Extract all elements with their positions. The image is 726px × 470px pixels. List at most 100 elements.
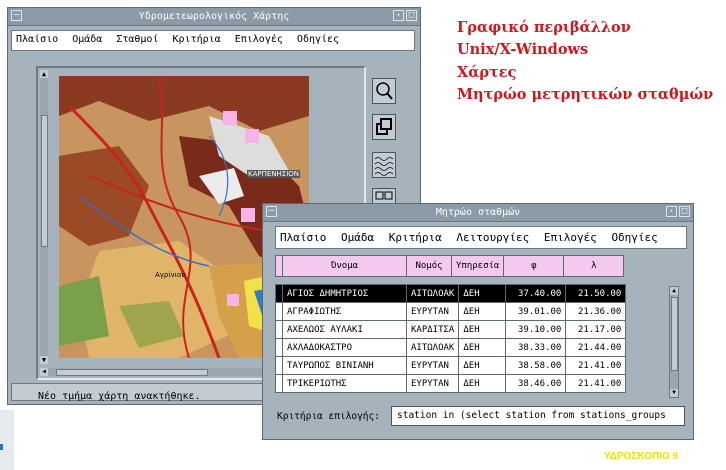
registry-window-titlebar[interactable]: – Μητρώο σταθμών • □ (263, 204, 693, 222)
horizontal-scroll-thumb[interactable] (56, 369, 208, 376)
cell-prefecture: ΕΥΡΥΤΑΝ (405, 356, 460, 375)
menu-help[interactable]: Οδηγίες (607, 227, 661, 248)
station-marker (227, 294, 239, 306)
maximize-button[interactable]: □ (406, 10, 417, 21)
cell-phi: 38.33.00 (505, 338, 567, 357)
station-table-header: Όνομα Νομός Υπηρεσία φ λ (275, 255, 625, 277)
registry-window-title: Μητρώο σταθμών (435, 207, 521, 218)
criteria-input[interactable]: station in (select station from stations… (391, 406, 685, 426)
menu-help[interactable]: Οδηγίες (293, 31, 343, 49)
table-row[interactable]: ΤΡΙΚΕΡΙΩΤΗΣ ΕΥΡΥΤΑΝ ΔΕΗ 38.46.00 21.41.0… (275, 374, 627, 393)
menu-criteria[interactable]: Κριτήρια (169, 31, 225, 49)
cell-service: ΔΕΗ (458, 356, 507, 375)
cell-service: ΔΕΗ (458, 302, 507, 321)
cell-name: ΤΑΥΡΩΠΟΣ ΒΙΝΙΑΝΗ (282, 356, 407, 375)
scroll-down-arrow-icon[interactable]: ▼ (40, 356, 48, 364)
table-row[interactable]: ΑΓΙΟΣ ΔΗΜΗΤΡΙΟΣ ΑΙΤΩΛΟΑΚ ΔΕΗ 37.40.00 21… (275, 284, 627, 303)
cell-phi: 38.58.00 (505, 356, 567, 375)
table-row[interactable]: ΑΧΕΛΩΟΣ ΑΥΛΑΚΙ ΚΑΡΔΙΤΣΑ ΔΕΗ 39.10.00 21.… (275, 320, 627, 339)
cell-phi: 38.46.00 (505, 374, 567, 393)
column-phi[interactable]: φ (503, 255, 565, 277)
footer-brand: ΥΔΡΟΣΚΟΠΙΟ 9 (604, 451, 679, 462)
scroll-up-arrow-icon[interactable]: ▲ (40, 70, 48, 78)
cell-phi: 39.01.00 (505, 302, 567, 321)
footer-accent-mark (0, 444, 3, 450)
map-window-title: Υδρομετεωρολογικός Χάρτης (138, 11, 290, 22)
cell-phi: 37.40.00 (505, 284, 567, 303)
menu-stations[interactable]: Σταθμοί (112, 31, 162, 49)
cell-service: ΔΕΗ (458, 284, 507, 303)
table-row[interactable]: ΑΧΛΑΔΟΚΑΣΤΡΟ ΑΙΤΩΛΟΑΚ ΔΕΗ 38.33.00 21.44… (275, 338, 627, 357)
cell-prefecture: ΑΙΤΩΛΟΑΚ (405, 284, 460, 303)
registry-window: – Μητρώο σταθμών • □ Πλαίσιο Ομάδα Κριτή… (262, 203, 694, 440)
column-service[interactable]: Υπηρεσία (450, 255, 505, 277)
window-menu-button[interactable]: – (266, 206, 277, 217)
cell-phi: 39.10.00 (505, 320, 567, 339)
zoom-tool-button[interactable] (372, 78, 396, 104)
headline-line-2: Unix/X-Windows (457, 41, 589, 58)
menu-functions[interactable]: Λειτουργίες (452, 227, 533, 248)
cell-lambda: 21.41.00 (565, 356, 627, 375)
column-lambda[interactable]: λ (563, 255, 625, 277)
map-label-karpenisi: ΚΑΡΠΕΝΗΣΙΟΝ (247, 170, 301, 178)
row-marker (275, 338, 283, 357)
row-marker (275, 374, 283, 393)
column-name[interactable]: Όνομα (282, 255, 407, 277)
menu-options[interactable]: Επιλογές (231, 31, 287, 49)
headline-line-3: Χάρτες (457, 64, 517, 81)
cell-service: ΔΕΗ (458, 374, 507, 393)
menu-frame[interactable]: Πλαίσιο (276, 227, 330, 248)
cell-name: ΑΓΡΑΦΙΩΤΗΣ (282, 302, 407, 321)
cell-lambda: 21.17.00 (565, 320, 627, 339)
cell-service: ΔΕΗ (458, 338, 507, 357)
footer-accent (0, 410, 14, 470)
header-marker-cell (275, 255, 283, 277)
scroll-up-arrow-icon[interactable]: ▲ (670, 287, 678, 295)
map-window-titlebar[interactable]: – Υδρομετεωρολογικός Χάρτης • □ (8, 8, 420, 26)
menu-criteria[interactable]: Κριτήρια (385, 227, 446, 248)
cell-name: ΤΡΙΚΕΡΙΩΤΗΣ (282, 374, 407, 393)
map-vertical-scrollbar[interactable]: ▲ ▼ (40, 70, 48, 364)
row-marker (275, 356, 283, 375)
station-marker (241, 208, 255, 222)
window-menu-button[interactable]: – (11, 10, 22, 21)
cell-lambda: 21.50.00 (565, 284, 627, 303)
cell-service: ΔΕΗ (458, 320, 507, 339)
menu-frame[interactable]: Πλαίσιο (12, 31, 62, 49)
station-marker (245, 129, 259, 143)
zoom-icon (376, 82, 393, 100)
minimize-button[interactable]: • (666, 206, 677, 217)
maximize-button[interactable]: □ (679, 206, 690, 217)
headline-line-4: Μητρώο μετρητικών σταθμών (457, 86, 714, 103)
table-row[interactable]: ΤΑΥΡΩΠΟΣ ΒΙΝΙΑΝΗ ΕΥΡΥΤΑΝ ΔΕΗ 38.58.00 21… (275, 356, 627, 375)
column-prefecture[interactable]: Νομός (406, 255, 452, 277)
table-row[interactable]: ΑΓΡΑΦΙΩΤΗΣ ΕΥΡΥΤΑΝ ΔΕΗ 39.01.00 21.36.00 (275, 302, 627, 321)
row-marker (275, 302, 283, 321)
cell-name: ΑΧΕΛΩΟΣ ΑΥΛΑΚΙ (282, 320, 407, 339)
scroll-down-arrow-icon[interactable]: ▼ (670, 389, 678, 397)
cell-name: ΑΧΛΑΔΟΚΑΣΤΡΟ (282, 338, 407, 357)
cell-lambda: 21.41.00 (565, 374, 627, 393)
cell-prefecture: ΕΥΡΥΤΑΝ (405, 374, 460, 393)
menu-options[interactable]: Επιλογές (540, 227, 601, 248)
station-marker (223, 111, 237, 125)
map-menubar: Πλαίσιο Ομάδα Σταθμοί Κριτήρια Επιλογές … (11, 30, 415, 51)
station-table-body: ΑΓΙΟΣ ΔΗΜΗΤΡΙΟΣ ΑΙΤΩΛΟΑΚ ΔΕΗ 37.40.00 21… (275, 284, 627, 393)
cell-lambda: 21.44.00 (565, 338, 627, 357)
table-vertical-scrollbar[interactable]: ▲ ▼ (669, 286, 679, 398)
cell-prefecture: ΚΑΡΔΙΤΣΑ (405, 320, 460, 339)
scroll-left-arrow-icon[interactable]: ◀ (40, 368, 48, 376)
overlay-tool-button[interactable] (372, 114, 396, 140)
menu-group[interactable]: Ομάδα (68, 31, 106, 49)
overlay-icon (376, 118, 392, 135)
cell-prefecture: ΕΥΡΥΤΑΝ (405, 302, 460, 321)
menu-group[interactable]: Ομάδα (337, 227, 378, 248)
status-message: Νέο τμήμα χάρτη ανακτήθηκε. (38, 391, 201, 402)
vertical-scroll-thumb[interactable] (41, 115, 48, 247)
headline-line-1: Γραφικό περιβάλλον (457, 19, 631, 36)
row-marker (275, 284, 283, 303)
table-scroll-thumb[interactable] (671, 297, 678, 371)
water-pattern-tool-button[interactable] (372, 152, 396, 178)
minimize-button[interactable]: • (393, 10, 404, 21)
water-pattern-icon (374, 157, 394, 176)
